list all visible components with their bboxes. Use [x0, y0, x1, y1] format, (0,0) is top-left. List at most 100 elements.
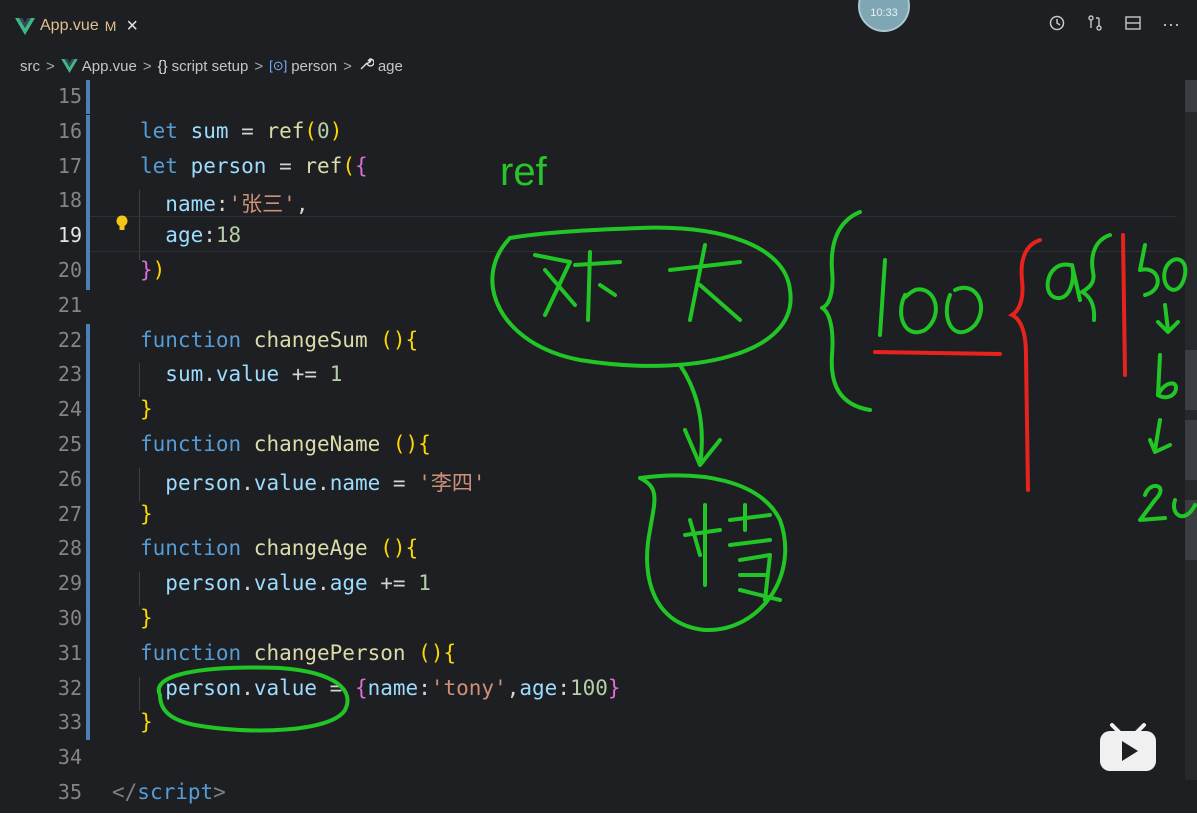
- code-token: sum: [165, 362, 204, 387]
- line-number: 29: [57, 571, 82, 596]
- breadcrumb-separator: >: [343, 57, 352, 75]
- code-token: ,: [506, 675, 520, 700]
- more-icon[interactable]: ···: [1161, 14, 1181, 35]
- code-token: .: [203, 362, 216, 387]
- line-number: 19: [57, 223, 82, 248]
- line-number: 17: [57, 153, 82, 178]
- code-text: sum.value += 1: [140, 362, 342, 386]
- code-token: name: [329, 470, 381, 495]
- code-token: changeAge: [253, 536, 368, 561]
- code-line[interactable]: 16 let sum = ref(0): [0, 115, 1197, 150]
- code-line[interactable]: 15: [0, 80, 1197, 115]
- code-line[interactable]: 31 function changePerson (){: [0, 637, 1197, 672]
- breadcrumb-label: person: [291, 57, 338, 75]
- breadcrumb-age[interactable]: age: [358, 56, 403, 76]
- code-token: (: [304, 118, 318, 143]
- code-token: :: [418, 675, 431, 700]
- variable-icon: [⊙]: [269, 58, 288, 73]
- video-play-icon[interactable]: [1098, 717, 1158, 773]
- code-line[interactable]: 18 name:'张三',: [0, 184, 1197, 219]
- code-token: 'tony': [430, 675, 507, 700]
- code-line[interactable]: 21: [0, 289, 1197, 324]
- code-token: {: [418, 432, 431, 456]
- history-icon[interactable]: [1047, 14, 1067, 35]
- code-token: 100: [569, 675, 608, 700]
- code-token: ): [152, 258, 166, 282]
- code-token: .: [317, 571, 330, 596]
- code-token: name: [165, 192, 216, 217]
- code-text: function changeName (){: [140, 432, 431, 456]
- code-text: person.value = {name:'tony',age:100}: [140, 675, 621, 700]
- code-line[interactable]: 20}): [0, 254, 1197, 289]
- code-line[interactable]: 24}: [0, 393, 1197, 428]
- close-icon[interactable]: ×: [126, 16, 138, 36]
- breadcrumb-src[interactable]: src: [20, 58, 40, 75]
- code-token: :: [215, 192, 229, 217]
- code-token: }: [140, 397, 153, 422]
- code-line[interactable]: 30}: [0, 602, 1197, 637]
- compare-changes-icon[interactable]: [1085, 14, 1105, 35]
- code-token: person: [165, 675, 242, 700]
- code-text: }: [140, 606, 153, 630]
- line-number: 31: [57, 640, 82, 665]
- vertical-scrollbar[interactable]: [1185, 80, 1197, 780]
- code-line[interactable]: 17 let person = ref({: [0, 150, 1197, 185]
- code-token: {: [354, 153, 368, 178]
- code-line[interactable]: 35 </script>: [0, 776, 1197, 811]
- code-line[interactable]: 33}: [0, 706, 1197, 741]
- split-editor-icon[interactable]: [1123, 14, 1143, 35]
- line-number: 18: [57, 188, 82, 213]
- code-token: }: [140, 501, 153, 526]
- code-line[interactable]: 27}: [0, 498, 1197, 533]
- code-line[interactable]: 19 age:18: [0, 219, 1197, 254]
- breadcrumb-separator: >: [46, 57, 55, 75]
- code-line[interactable]: 34: [0, 741, 1197, 776]
- breadcrumb-label: script setup: [171, 57, 249, 75]
- breadcrumb-separator: >: [254, 57, 264, 75]
- code-line[interactable]: 28 function changeAge (){: [0, 532, 1197, 567]
- line-number: 28: [57, 536, 82, 561]
- breadcrumb-app-vue[interactable]: App.vue: [61, 58, 137, 75]
- line-number: 22: [57, 327, 82, 352]
- code-line[interactable]: 23 sum.value += 1: [0, 358, 1197, 393]
- code-token: changeName: [253, 432, 381, 456]
- code-text: }): [140, 258, 165, 282]
- code-token: age: [165, 223, 204, 248]
- code-token: '李四': [418, 470, 486, 495]
- code-text: </script>: [112, 780, 226, 804]
- breadcrumb-label: App.vue: [81, 57, 137, 75]
- line-number: 16: [57, 118, 82, 143]
- code-line[interactable]: 22 function changeSum (){: [0, 324, 1197, 359]
- code-token: .: [241, 675, 254, 700]
- line-number: 21: [57, 292, 82, 317]
- code-line[interactable]: 29 person.value.age += 1: [0, 567, 1197, 602]
- code-line[interactable]: 26 person.value.name = '李四': [0, 463, 1197, 498]
- code-token: ref: [266, 118, 305, 143]
- code-line[interactable]: 32 person.value = {name:'tony',age:100}: [0, 672, 1197, 707]
- line-number: 27: [57, 501, 82, 526]
- code-token: value: [253, 470, 318, 495]
- code-token: (): [380, 327, 406, 352]
- code-token: .: [317, 470, 330, 495]
- breadcrumb-person[interactable]: [⊙] person: [269, 58, 337, 75]
- tab-app-vue[interactable]: App.vue M ×: [0, 0, 160, 52]
- code-token: {: [443, 640, 457, 665]
- code-token: function: [140, 432, 254, 456]
- code-editor[interactable]: 15 16 let sum = ref(0) 17 let person = ref({…: [0, 80, 1197, 813]
- code-line[interactable]: 25 function changeName (){: [0, 428, 1197, 463]
- breadcrumb-label: age: [377, 57, 403, 75]
- line-number: 25: [57, 432, 82, 456]
- line-number: 23: [57, 362, 82, 387]
- code-token: (): [392, 432, 419, 456]
- code-token: }: [607, 675, 621, 700]
- breadcrumb-script-setup[interactable]: {} script setup: [158, 58, 249, 75]
- code-token: changeSum: [253, 327, 368, 352]
- code-token: .: [241, 470, 254, 495]
- editor-window: App.vue M × 10:33 ··· src > App.vue > {}…: [0, 0, 1197, 813]
- code-token: age: [329, 571, 368, 596]
- scroll-thumb[interactable]: [1185, 80, 1197, 112]
